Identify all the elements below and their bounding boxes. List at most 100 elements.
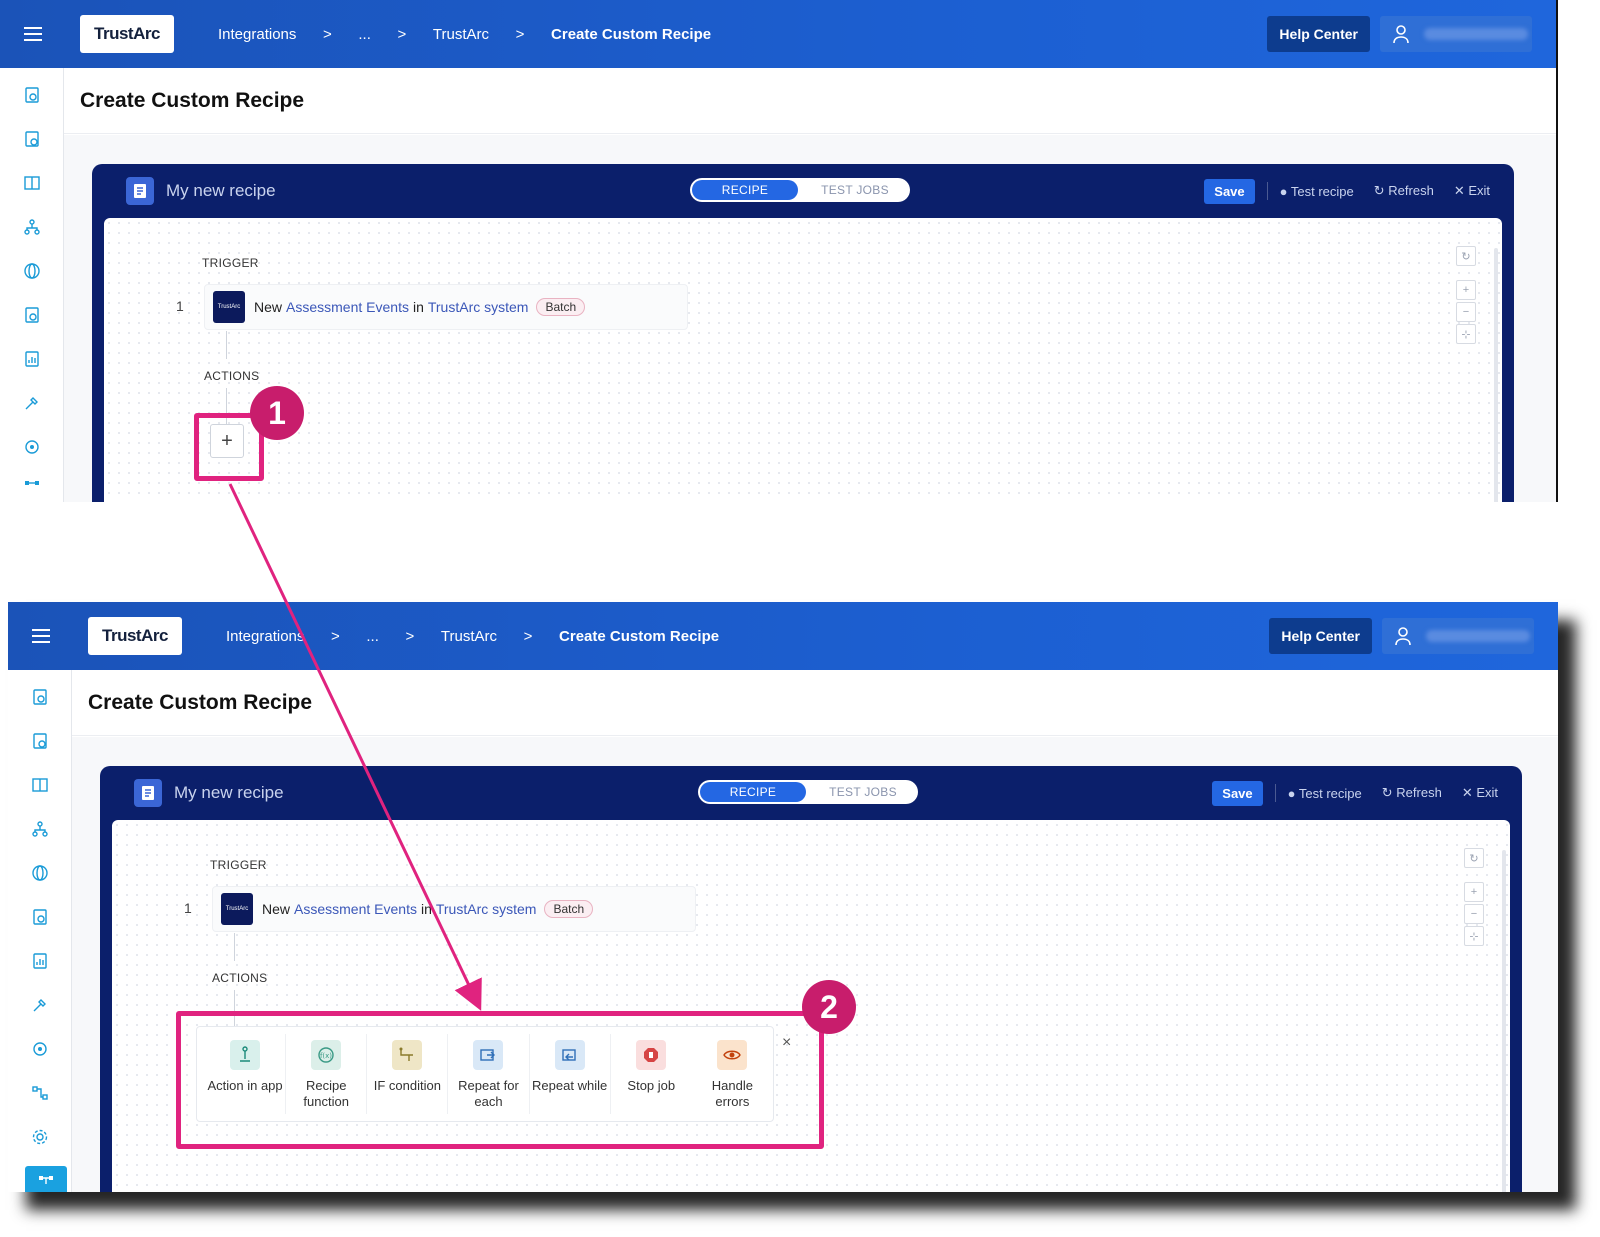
- trustarc-logo[interactable]: TrustArc: [88, 617, 182, 655]
- sidebar-book-icon[interactable]: [31, 776, 49, 794]
- fit-view-icon[interactable]: ⊹: [1456, 324, 1476, 344]
- canvas-scrollbar[interactable]: [1502, 850, 1506, 1192]
- zoom-in-icon[interactable]: +: [1456, 280, 1476, 300]
- breadcrumb-ellipsis[interactable]: ...: [366, 628, 379, 645]
- trustarc-app-icon: TrustArc: [221, 893, 253, 925]
- sidebar-target-icon[interactable]: [31, 1040, 49, 1058]
- trustarc-app-icon: TrustArc: [213, 291, 245, 323]
- recipe-document-icon: [126, 177, 154, 205]
- menu-icon[interactable]: [0, 27, 66, 41]
- user-icon: [1393, 25, 1409, 44]
- left-sidebar: [0, 68, 64, 502]
- test-recipe-button[interactable]: ● Test recipe: [1288, 786, 1362, 801]
- recipe-editor: My new recipe RECIPE TEST JOBS Save ● Te…: [92, 164, 1514, 502]
- user-menu-button[interactable]: [1380, 16, 1532, 52]
- recipe-editor-header: My new recipe RECIPE TEST JOBS Save ● Te…: [100, 766, 1522, 820]
- sidebar-workflow-icon[interactable]: [23, 478, 41, 496]
- user-menu-button[interactable]: [1382, 618, 1534, 654]
- canvas-scrollbar[interactable]: [1494, 248, 1498, 502]
- fit-view-icon[interactable]: ⊹: [1464, 926, 1484, 946]
- divider: [1274, 784, 1276, 802]
- zoom-out-icon[interactable]: −: [1456, 302, 1476, 322]
- connector-line: [234, 933, 235, 961]
- help-center-button[interactable]: Help Center: [1267, 16, 1370, 52]
- save-button[interactable]: Save: [1204, 178, 1255, 204]
- refresh-button[interactable]: ↻ Refresh: [1382, 785, 1442, 801]
- sidebar-target-icon[interactable]: [23, 438, 41, 456]
- recipe-view-toggle: RECIPE TEST JOBS: [698, 780, 918, 804]
- refresh-label: Refresh: [1396, 785, 1442, 800]
- recipe-name[interactable]: My new recipe: [174, 783, 284, 803]
- annotated-screenshot: TrustArc Integrations > ... > TrustArc >…: [0, 0, 1600, 1237]
- exit-button[interactable]: ✕ Exit: [1462, 785, 1498, 801]
- app-logo-text: TrustArc: [217, 304, 241, 310]
- trigger-in: in: [412, 299, 424, 315]
- batch-badge: Batch: [536, 298, 586, 316]
- refresh-button[interactable]: ↻ Refresh: [1374, 183, 1434, 199]
- step-number: 1: [184, 900, 192, 916]
- sidebar-globe-icon[interactable]: [23, 262, 41, 280]
- reset-view-icon[interactable]: ↻: [1456, 246, 1476, 266]
- help-center-button[interactable]: Help Center: [1269, 618, 1372, 654]
- trigger-new: New: [262, 901, 291, 917]
- connector-line: [226, 331, 227, 359]
- tab-test-jobs[interactable]: TEST JOBS: [810, 782, 916, 802]
- test-recipe-label: Test recipe: [1298, 785, 1362, 801]
- sidebar-network-icon[interactable]: [31, 820, 49, 838]
- sidebar-settings-icon[interactable]: [31, 1128, 49, 1146]
- sidebar-assessment-icon[interactable]: [23, 306, 41, 324]
- sidebar-network-icon[interactable]: [23, 218, 41, 236]
- breadcrumb-trustarc[interactable]: TrustArc: [433, 26, 489, 43]
- zoom-in-icon[interactable]: +: [1464, 882, 1484, 902]
- batch-badge: Batch: [544, 900, 594, 918]
- sidebar-book-icon[interactable]: [23, 174, 41, 192]
- breadcrumb: Integrations > ... > TrustArc > Create C…: [218, 26, 711, 43]
- trigger-step-card[interactable]: TrustArc New Assessment Events in TrustA…: [212, 886, 696, 932]
- sidebar-reports-icon[interactable]: [31, 952, 49, 970]
- reset-view-icon[interactable]: ↻: [1464, 848, 1484, 868]
- logo-text: TrustArc: [94, 24, 160, 43]
- tab-test-jobs[interactable]: TEST JOBS: [802, 180, 908, 200]
- sidebar-tools-icon[interactable]: [31, 996, 49, 1014]
- sidebar-web-icon[interactable]: [23, 130, 41, 148]
- trustarc-logo[interactable]: TrustArc: [80, 15, 174, 53]
- breadcrumb-trustarc[interactable]: TrustArc: [441, 628, 497, 645]
- trigger-step-card[interactable]: TrustArc New Assessment Events in TrustA…: [204, 284, 688, 330]
- sidebar-integrations-icon[interactable]: [25, 1166, 67, 1192]
- sidebar-workflow-icon[interactable]: [31, 1084, 49, 1102]
- recipe-view-toggle: RECIPE TEST JOBS: [690, 178, 910, 202]
- breadcrumb-separator: >: [323, 25, 332, 43]
- app-logo-text: TrustArc: [225, 906, 249, 912]
- breadcrumb-current: Create Custom Recipe: [551, 25, 712, 43]
- test-recipe-button[interactable]: ● Test recipe: [1280, 184, 1354, 199]
- recipe-canvas[interactable]: TRIGGER 1 TrustArc New Assessment Events…: [104, 218, 1502, 502]
- tab-recipe[interactable]: RECIPE: [692, 180, 798, 200]
- trigger-app: TrustArc system: [435, 901, 537, 917]
- sidebar-web-icon[interactable]: [31, 732, 49, 750]
- logo-text: TrustArc: [102, 626, 168, 645]
- breadcrumb-integrations[interactable]: Integrations: [218, 26, 296, 43]
- tab-recipe[interactable]: RECIPE: [700, 782, 806, 802]
- sidebar-dashboard-icon[interactable]: [23, 86, 41, 104]
- breadcrumb-integrations[interactable]: Integrations: [226, 628, 304, 645]
- exit-button[interactable]: ✕ Exit: [1454, 183, 1490, 199]
- menu-icon[interactable]: [8, 629, 74, 643]
- sidebar-tools-icon[interactable]: [23, 394, 41, 412]
- breadcrumb: Integrations > ... > TrustArc > Create C…: [226, 628, 719, 645]
- zoom-controls: ↻ + − ⊹: [1456, 246, 1478, 346]
- test-recipe-label: Test recipe: [1290, 183, 1354, 199]
- sidebar-dashboard-icon[interactable]: [31, 688, 49, 706]
- sidebar-reports-icon[interactable]: [23, 350, 41, 368]
- breadcrumb-ellipsis[interactable]: ...: [358, 26, 371, 43]
- user-name-redacted: [1424, 28, 1528, 40]
- recipe-name[interactable]: My new recipe: [166, 181, 276, 201]
- save-button[interactable]: Save: [1212, 780, 1263, 806]
- app-header: TrustArc Integrations > ... > TrustArc >…: [8, 602, 1558, 670]
- sidebar-assessment-icon[interactable]: [31, 908, 49, 926]
- sidebar-globe-icon[interactable]: [31, 864, 49, 882]
- step-number: 1: [176, 298, 184, 314]
- zoom-out-icon[interactable]: −: [1464, 904, 1484, 924]
- page-title: Create Custom Recipe: [88, 690, 313, 714]
- recipe-editor-header: My new recipe RECIPE TEST JOBS Save ● Te…: [92, 164, 1514, 218]
- trigger-description: New Assessment Events in TrustArc system…: [254, 298, 586, 316]
